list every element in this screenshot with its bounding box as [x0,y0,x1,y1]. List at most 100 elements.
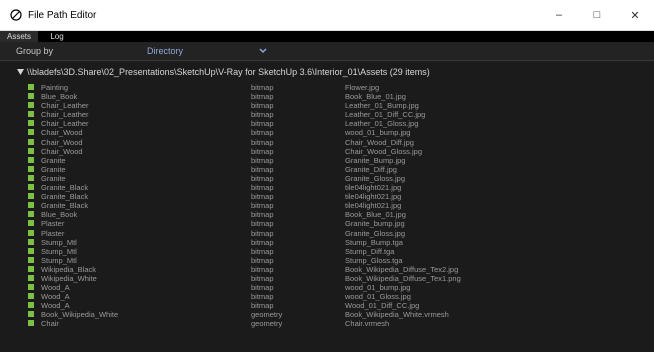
asset-type: bitmap [251,146,274,156]
asset-name: Stump_Mtl [41,255,77,265]
asset-row[interactable]: Granite bitmap Granite_Gloss.jpg [0,174,654,183]
asset-name: Granite_Black [41,192,89,202]
group-by-bar: Group by Directory [0,42,654,60]
asset-file: wood_01_bump.jpg [345,283,411,293]
asset-row[interactable]: Stump_Mtl bitmap Stump_Gloss.tga [0,256,654,265]
asset-type: geometry [251,319,283,329]
asset-row[interactable]: Book_Wikipedia_White geometry Book_Wikiped… [0,310,654,319]
asset-name: Chair_Wood [41,146,83,156]
maximize-button[interactable]: □ [578,0,616,30]
asset-name: Granite [41,173,66,183]
close-button[interactable]: ✕ [616,0,654,30]
asset-name: Wood_A [41,283,70,293]
asset-status-icon [28,211,34,218]
asset-file: Stump_Bump.tga [345,237,403,247]
asset-row[interactable]: Stump_Mtl bitmap Stump_Bump.tga [0,238,654,247]
asset-file: tile04light021.jpg [345,183,402,193]
asset-file: Chair_Wood_Gloss.jpg [345,146,422,156]
asset-file: Book_Wikipedia_Diffuse_Tex1.png [345,273,461,283]
asset-file: Book_Wikipedia_Diffuse_Tex2.jpg [345,264,459,274]
asset-name: Wikipedia_Black [41,264,97,274]
asset-row[interactable]: Granite_Black bitmap tile04light021.jpg [0,201,654,210]
asset-name: Chair_Leather [41,119,89,129]
asset-row[interactable]: Wood_A bitmap Wood_01_Diff_CC.jpg [0,301,654,310]
asset-name: Granite_Black [41,183,89,193]
asset-name: Chair_Wood [41,128,83,138]
asset-status-icon [28,174,34,181]
asset-type: bitmap [251,155,274,165]
asset-row[interactable]: Granite_Black bitmap tile04light021.jpg [0,192,654,201]
asset-type: bitmap [251,210,274,220]
asset-row[interactable]: Granite bitmap Granite_Bump.jpg [0,156,654,165]
asset-row[interactable]: Painting bitmap Flower.jpg [0,83,654,92]
asset-row[interactable]: Blue_Book bitmap Book_Blue_01.jpg [0,92,654,101]
asset-status-icon [28,311,34,318]
asset-row[interactable]: Plaster bitmap Granite_bump.jpg [0,219,654,228]
tab-log[interactable]: Log [38,31,76,42]
asset-status-icon [28,256,34,263]
asset-file: Chair.vrmesh [345,319,390,329]
asset-row[interactable]: Chair_Wood bitmap Chair_Wood_Diff.jpg [0,138,654,147]
asset-file: tile04light021.jpg [345,192,402,202]
asset-file: tile04light021.jpg [345,201,402,211]
asset-row[interactable]: Wood_A bitmap wood_01_Gloss.jpg [0,292,654,301]
asset-name: Blue_Book [41,92,78,102]
asset-name: Plaster [41,228,65,238]
chevron-down-icon[interactable] [258,46,268,56]
asset-file: Chair_Wood_Diff.jpg [345,137,414,147]
asset-file: Granite_Diff.jpg [345,164,397,174]
asset-type: bitmap [251,283,274,293]
asset-row[interactable]: Wikipedia_White bitmap Book_Wikipedia_Diff… [0,274,654,283]
asset-row[interactable]: Chair_Leather bitmap Leather_01_Bump.jpg [0,101,654,110]
asset-row[interactable]: Wood_A bitmap wood_01_bump.jpg [0,283,654,292]
folder-path: \\bladefs\3D.Share\02_Presentations\Sket… [27,67,430,77]
expand-triangle-icon[interactable] [17,69,24,75]
asset-name: Chair_Leather [41,110,89,120]
asset-status-icon [28,202,34,209]
asset-file: wood_01_Gloss.jpg [345,292,411,302]
asset-row[interactable]: Granite_Black bitmap tile04light021.jpg [0,183,654,192]
asset-row[interactable]: Stump_Mtl bitmap Stump_Diff.tga [0,247,654,256]
group-by-dropdown[interactable]: Directory [147,46,183,56]
asset-name: Stump_Mtl [41,246,77,256]
asset-file: Granite_Bump.jpg [345,155,406,165]
asset-row[interactable]: Plaster bitmap Granite_Gloss.jpg [0,229,654,238]
asset-row[interactable]: Granite bitmap Granite_Diff.jpg [0,165,654,174]
asset-status-icon [28,147,34,154]
asset-name: Chair_Wood [41,137,83,147]
asset-file: Leather_01_Gloss.jpg [345,119,419,129]
asset-file: Granite_Gloss.jpg [345,173,406,183]
asset-row[interactable]: Chair_Wood bitmap wood_01_bump.jpg [0,128,654,137]
folder-group-header[interactable]: \\bladefs\3D.Share\02_Presentations\Sket… [0,65,654,79]
asset-status-icon [28,156,34,163]
asset-name: Painting [41,83,69,92]
asset-name: Book_Wikipedia_White [41,310,119,320]
asset-type: bitmap [251,137,274,147]
asset-row[interactable]: Chair_Leather bitmap Leather_01_Diff_CC.jp… [0,110,654,119]
asset-type: bitmap [251,83,274,92]
asset-status-icon [28,302,34,309]
asset-file: Granite_bump.jpg [345,219,405,229]
asset-row[interactable]: Chair geometry Chair.vrmesh [0,319,654,328]
asset-list: Painting bitmap Flower.jpg Blue_Book bitmap B… [0,83,654,329]
asset-row[interactable]: Chair_Leather bitmap Leather_01_Gloss.jpg [0,119,654,128]
tab-assets[interactable]: Assets [0,31,38,42]
asset-status-icon [28,274,34,281]
asset-type: bitmap [251,92,274,102]
asset-type: bitmap [251,301,274,311]
asset-status-icon [28,93,34,100]
asset-status-icon [28,138,34,145]
asset-file: Book_Blue_01.jpg [345,92,406,102]
asset-row[interactable]: Blue_Book bitmap Book_Blue_01.jpg [0,210,654,219]
asset-type: bitmap [251,237,274,247]
asset-type: bitmap [251,246,274,256]
asset-row[interactable]: Wikipedia_Black bitmap Book_Wikipedia_Diff… [0,265,654,274]
asset-status-icon [28,120,34,127]
asset-type: bitmap [251,228,274,238]
asset-row[interactable]: Chair_Wood bitmap Chair_Wood_Gloss.jpg [0,147,654,156]
tab-bar: Assets Log [0,31,654,42]
asset-status-icon [28,320,34,327]
minimize-button[interactable]: – [540,0,578,30]
asset-name: Granite [41,164,66,174]
asset-file: Book_Blue_01.jpg [345,210,406,220]
